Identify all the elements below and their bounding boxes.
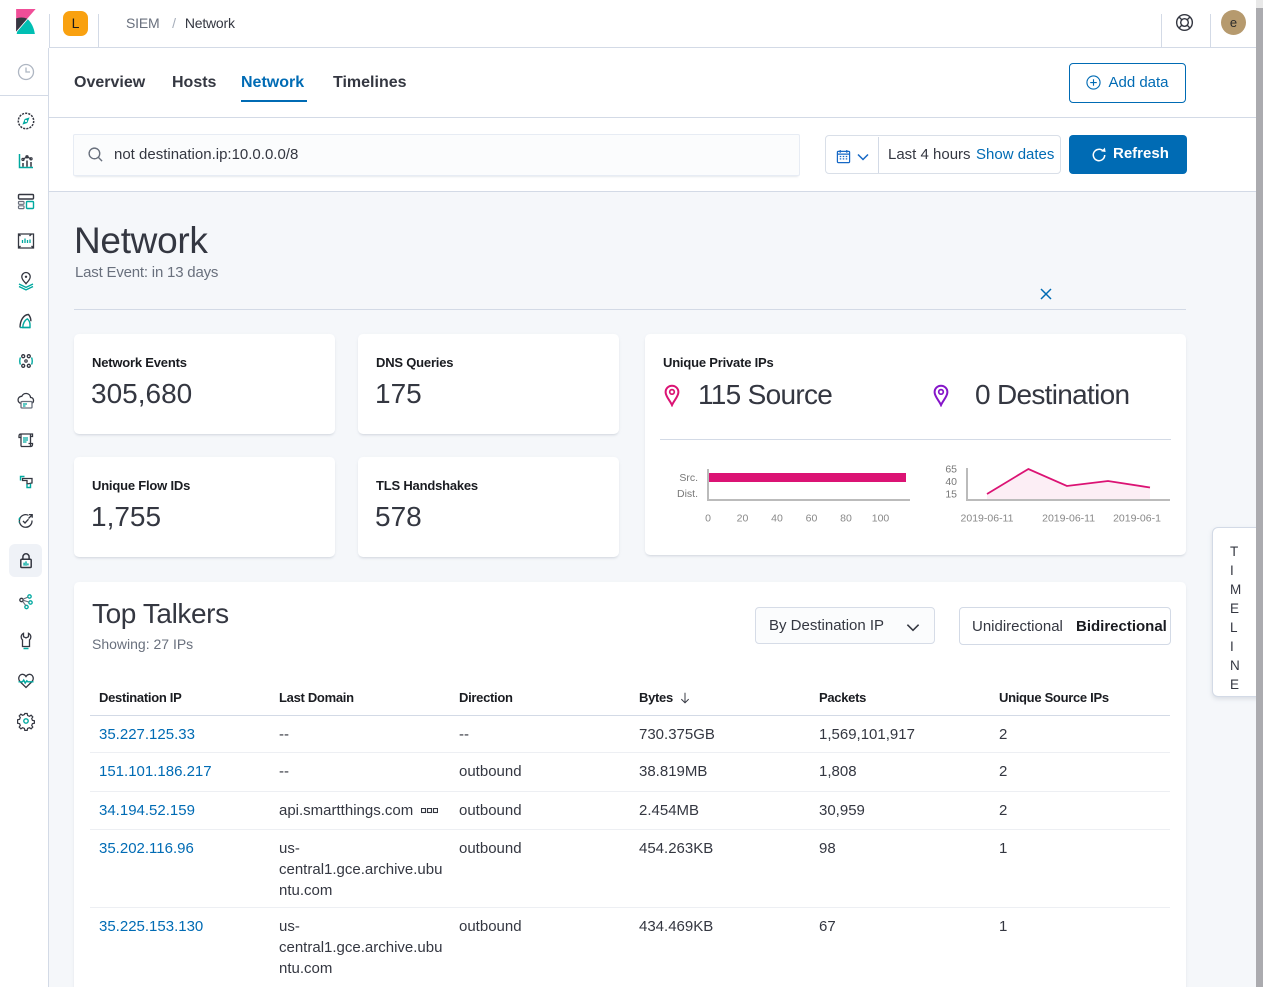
svg-text:15: 15 bbox=[945, 488, 957, 500]
svg-text:0: 0 bbox=[705, 513, 711, 525]
svg-text:65: 65 bbox=[945, 464, 957, 476]
svg-text:2019-06-11: 2019-06-11 bbox=[1042, 513, 1095, 525]
svg-text:20: 20 bbox=[737, 513, 749, 525]
svg-text:Dist.: Dist. bbox=[677, 488, 698, 500]
svg-text:2019-06-1: 2019-06-1 bbox=[1113, 513, 1161, 525]
svg-text:40: 40 bbox=[945, 476, 957, 488]
svg-text:2019-06-11: 2019-06-11 bbox=[961, 513, 1014, 525]
svg-text:Src.: Src. bbox=[679, 472, 698, 484]
svg-text:40: 40 bbox=[771, 513, 783, 525]
svg-text:80: 80 bbox=[840, 513, 852, 525]
svg-text:100: 100 bbox=[872, 513, 890, 525]
svg-text:60: 60 bbox=[806, 513, 818, 525]
